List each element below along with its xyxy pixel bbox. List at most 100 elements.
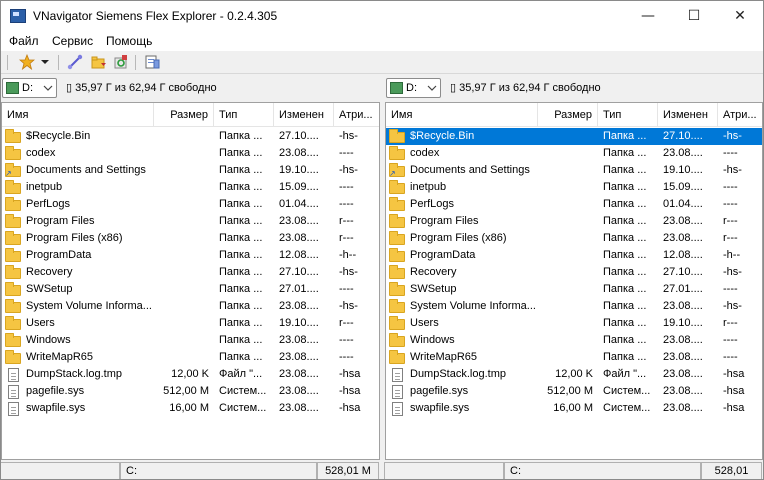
folder-icon [389, 214, 405, 229]
file-name: pagefile.sys [26, 385, 85, 397]
file-modified: 23.08.... [279, 402, 319, 414]
folder-sync-icon[interactable] [90, 54, 108, 70]
file-row[interactable]: Recovery Папка ... 27.10.... -hs- [2, 264, 379, 281]
column-attrs-header[interactable]: Атри... [718, 103, 762, 127]
file-row[interactable]: pagefile.sys 512,00 M Систем... 23.08.... -h… [386, 383, 762, 400]
file-row[interactable]: DumpStack.log.tmp 12,00 K Файл "... 23.08..… [2, 366, 379, 383]
file-row[interactable]: DumpStack.log.tmp 12,00 K Файл "... 23.08..… [386, 366, 762, 383]
file-row[interactable]: System Volume Informa... Папка ... 23.08..… [386, 298, 762, 315]
column-name-header[interactable]: Имя [386, 103, 538, 127]
file-row[interactable]: ↗ Documents and Settings Папка ... 19.10...… [386, 162, 762, 179]
file-modified: 23.08.... [279, 215, 319, 227]
column-size-header[interactable]: Размер [154, 103, 214, 127]
dropdown-arrow-icon[interactable] [39, 54, 51, 70]
file-row[interactable]: codex Папка ... 23.08.... ---- [2, 145, 379, 162]
file-row[interactable]: Program Files (x86) Папка ... 23.08.... r--… [2, 230, 379, 247]
file-name: Program Files (x86) [410, 232, 507, 244]
file-size [154, 247, 209, 264]
file-row[interactable]: Windows Папка ... 23.08.... ---- [2, 332, 379, 349]
folder-icon [5, 265, 21, 280]
file-row[interactable]: swapfile.sys 16,00 M Систем... 23.08.... -hs… [386, 400, 762, 417]
left-drive-select[interactable]: D: [2, 78, 57, 98]
file-attrs: -h-- [339, 249, 357, 261]
column-type-header[interactable]: Тип [598, 103, 658, 127]
close-button[interactable]: ✕ [717, 1, 763, 31]
menu-service[interactable]: Сервис [52, 34, 93, 48]
file-row[interactable]: Users Папка ... 19.10.... r--- [386, 315, 762, 332]
file-type: Папка ... [603, 266, 647, 278]
file-size [154, 281, 209, 298]
file-row[interactable]: inetpub Папка ... 15.09.... ---- [2, 179, 379, 196]
file-size [538, 247, 593, 264]
file-size [154, 213, 209, 230]
file-row[interactable]: pagefile.sys 512,00 M Систем... 23.08.... -h… [2, 383, 379, 400]
minimize-button[interactable]: — [625, 1, 671, 31]
file-row[interactable]: Windows Папка ... 23.08.... ---- [386, 332, 762, 349]
file-name: Users [26, 317, 55, 329]
file-size [154, 298, 209, 315]
file-row[interactable]: Program Files Папка ... 23.08.... r--- [386, 213, 762, 230]
column-attrs-header[interactable]: Атри... [334, 103, 379, 127]
file-row[interactable]: SWSetup Папка ... 27.01.... ---- [2, 281, 379, 298]
right-rows: $Recycle.Bin Папка ... 27.10.... -hs-codex П… [386, 128, 762, 417]
file-row[interactable]: codex Папка ... 23.08.... ---- [386, 145, 762, 162]
file-size [154, 264, 209, 281]
file-row[interactable]: ProgramData Папка ... 12.08.... -h-- [2, 247, 379, 264]
file-size [538, 162, 593, 179]
maximize-button[interactable]: ☐ [671, 1, 717, 31]
file-name: swapfile.sys [410, 402, 470, 414]
file-attrs: ---- [339, 198, 354, 210]
file-row[interactable]: PerfLogs Папка ... 01.04.... ---- [2, 196, 379, 213]
file-modified: 23.08.... [663, 402, 703, 414]
folder-icon [5, 333, 21, 348]
column-modified-header[interactable]: Изменен [274, 103, 334, 127]
file-row[interactable]: Users Папка ... 19.10.... r--- [2, 315, 379, 332]
settings-icon[interactable] [143, 54, 161, 70]
column-size-header[interactable]: Размер [538, 103, 598, 127]
file-attrs: r--- [723, 317, 738, 329]
file-size: 512,00 M [547, 385, 593, 397]
file-attrs: -hsa [339, 368, 361, 380]
file-name: ProgramData [26, 249, 92, 261]
file-row[interactable]: ProgramData Папка ... 12.08.... -h-- [386, 247, 762, 264]
menu-file[interactable]: Файл [9, 34, 39, 48]
file-modified: 19.10.... [279, 317, 319, 329]
file-attrs: ---- [339, 181, 354, 193]
file-row[interactable]: System Volume Informa... Папка ... 23.08..… [2, 298, 379, 315]
column-name-header[interactable]: Имя [2, 103, 154, 127]
menu-help[interactable]: Помощь [106, 34, 152, 48]
file-row[interactable]: $Recycle.Bin Папка ... 27.10.... -hs- [386, 128, 762, 145]
file-attrs: -hsa [723, 385, 745, 397]
column-type-header[interactable]: Тип [214, 103, 274, 127]
file-type: Папка ... [603, 198, 647, 210]
recycle-icon[interactable] [112, 54, 130, 70]
file-type: Папка ... [603, 181, 647, 193]
right-drive-select[interactable]: D: [386, 78, 441, 98]
file-row[interactable]: $Recycle.Bin Папка ... 27.10.... -hs- [2, 128, 379, 145]
file-row[interactable]: Program Files (x86) Папка ... 23.08.... r--… [386, 230, 762, 247]
star-icon[interactable] [18, 54, 36, 70]
file-row[interactable]: WriteMapR65 Папка ... 23.08.... ---- [2, 349, 379, 366]
file-row[interactable]: Program Files Папка ... 23.08.... r--- [2, 213, 379, 230]
file-type: Папка ... [219, 351, 263, 363]
column-modified-header[interactable]: Изменен [658, 103, 718, 127]
file-row[interactable]: SWSetup Папка ... 27.01.... ---- [386, 281, 762, 298]
connect-icon[interactable] [66, 54, 84, 70]
left-file-list[interactable]: Имя Размер Тип Изменен Атри... $Recycle.… [1, 102, 380, 460]
file-row[interactable]: WriteMapR65 Папка ... 23.08.... ---- [386, 349, 762, 366]
file-row[interactable]: inetpub Папка ... 15.09.... ---- [386, 179, 762, 196]
folder-icon [389, 146, 405, 161]
chevron-down-icon [427, 80, 437, 99]
file-row[interactable]: swapfile.sys 16,00 M Систем... 23.08.... -hs… [2, 400, 379, 417]
file-row[interactable]: ↗ Documents and Settings Папка ... 19.10...… [2, 162, 379, 179]
file-row[interactable]: Recovery Папка ... 27.10.... -hs- [386, 264, 762, 281]
file-modified: 23.08.... [279, 351, 319, 363]
file-name: PerfLogs [410, 198, 455, 210]
file-type: Папка ... [219, 130, 263, 142]
file-type: Папка ... [219, 232, 263, 244]
file-modified: 23.08.... [663, 147, 703, 159]
right-status-path: C: [504, 462, 701, 480]
file-row[interactable]: PerfLogs Папка ... 01.04.... ---- [386, 196, 762, 213]
app-icon [10, 9, 26, 23]
right-file-list[interactable]: Имя Размер Тип Изменен Атри... $Recycle.… [385, 102, 763, 460]
